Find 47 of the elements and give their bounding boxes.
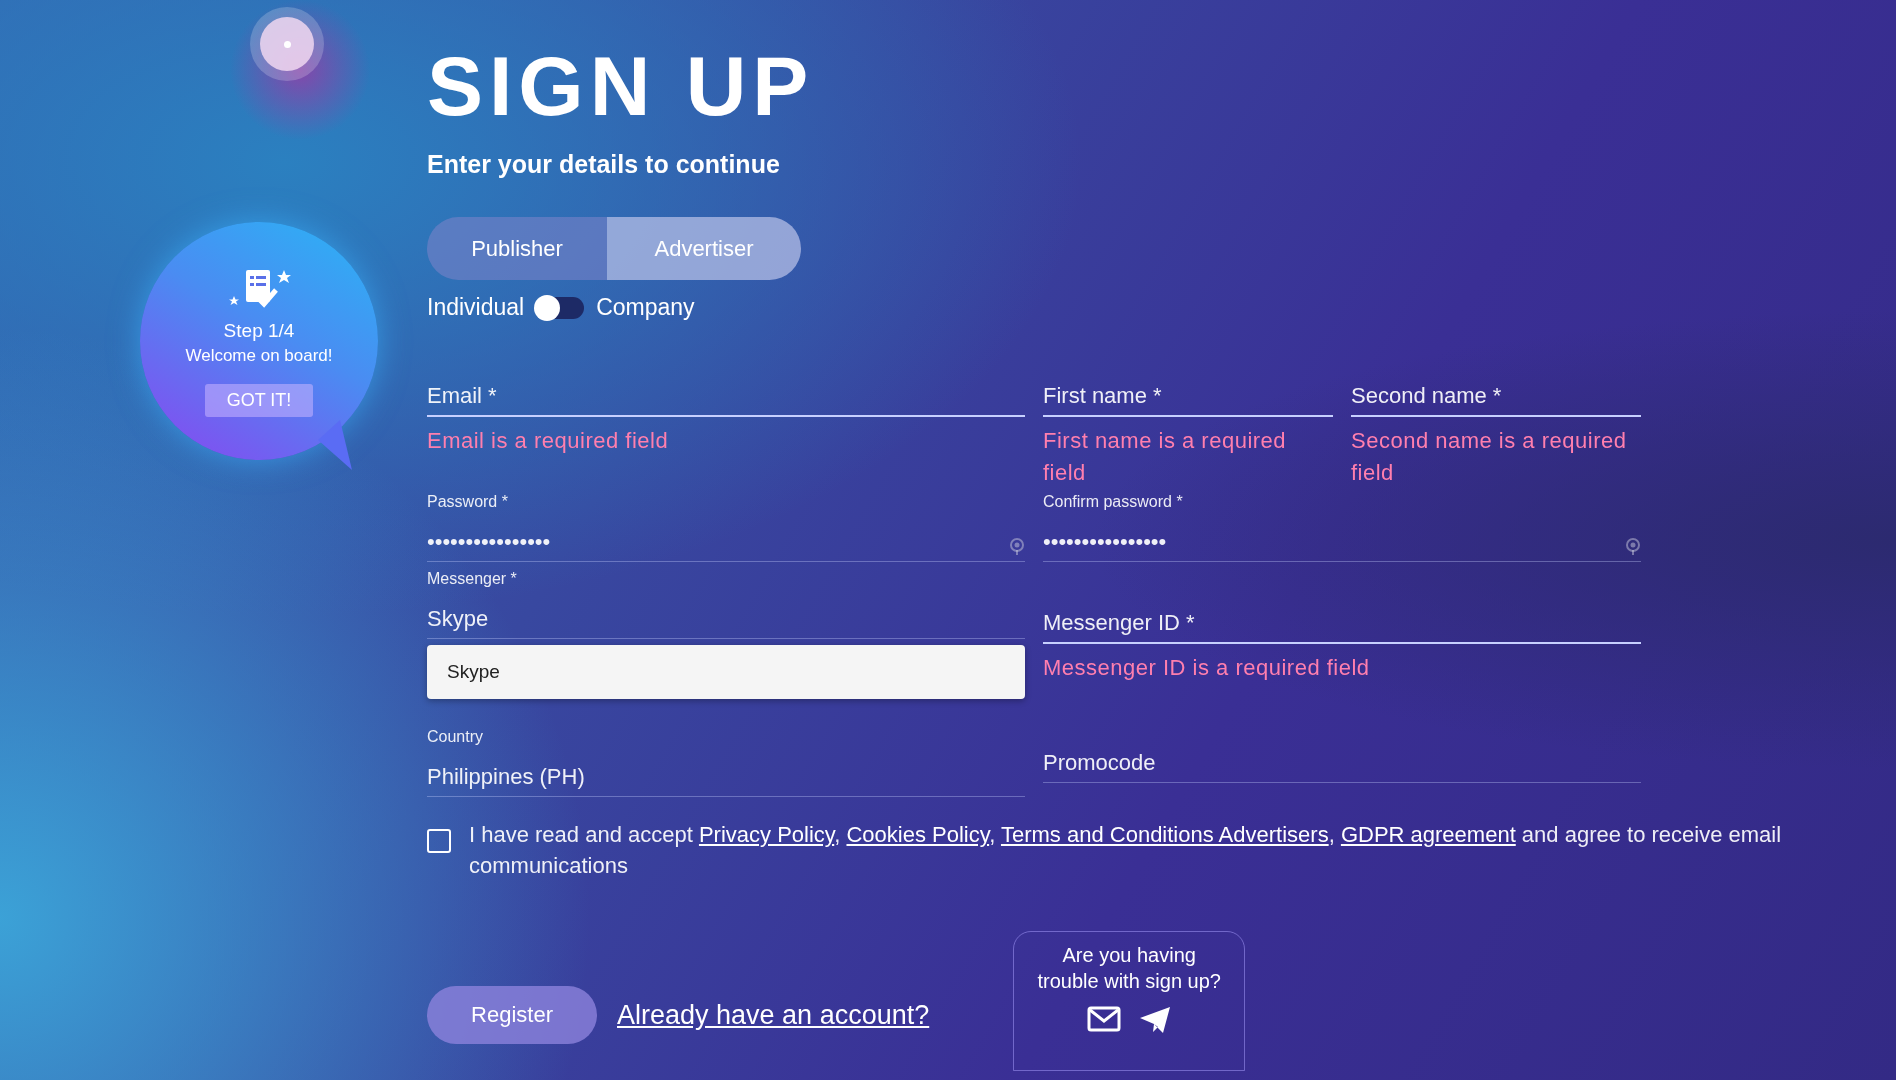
input-field[interactable]: First name *: [1043, 365, 1333, 417]
error-message: Second name is a required field: [1351, 427, 1628, 487]
field-label: First name *: [1043, 383, 1162, 409]
input-field[interactable]: ••••••••••••••••: [427, 511, 1025, 562]
field-label: Messenger ID *: [1043, 610, 1195, 636]
page-title: SIGN UP: [427, 40, 816, 132]
mail-icon[interactable]: [1087, 1006, 1122, 1032]
send-icon[interactable]: [1139, 1006, 1172, 1034]
policy-link[interactable]: GDPR agreement: [1340, 822, 1516, 847]
field-value: Philippines (PH): [427, 764, 585, 790]
help-text: Are you having trouble with sign up?: [1036, 943, 1222, 994]
policy-link[interactable]: Cookies Policy: [846, 822, 990, 847]
field-value: ••••••••••••••••: [427, 529, 551, 555]
toggle-label: Individual: [427, 294, 525, 321]
step-text: Step 1/4: [223, 319, 295, 342]
input-field[interactable]: Messenger ID *: [1043, 592, 1641, 644]
consent-checkbox[interactable]: [427, 829, 451, 853]
toggle-switch[interactable]: [536, 296, 585, 319]
input-field[interactable]: Skype: [427, 588, 1025, 639]
error-message: First name is a required field: [1043, 427, 1288, 487]
input-field[interactable]: Email *: [427, 365, 1025, 417]
register-button[interactable]: Register: [427, 986, 597, 1044]
error-message: Messenger ID is a required field: [1043, 654, 1371, 682]
field-label: Messenger *: [427, 570, 518, 588]
field-label: Second name *: [1351, 383, 1502, 409]
welcome-text: Welcome on board!: [185, 345, 333, 366]
consent-text: I have read and accept Privacy Policy, Cookies Policy, Terms and Conditions Advertisers, GDPR agreement and agree to receive email communications: [469, 821, 1783, 880]
policy-link[interactable]: Terms and Conditions Advertisers: [1000, 822, 1329, 847]
input-field[interactable]: ••••••••••••••••: [1043, 511, 1641, 562]
policy-link[interactable]: Privacy Policy: [698, 822, 835, 847]
field-value: Skype: [427, 606, 489, 632]
role-tab[interactable]: Publisher: [427, 217, 607, 280]
login-link[interactable]: Already have an account?: [617, 1000, 930, 1031]
input-field[interactable]: Second name *: [1351, 365, 1641, 417]
page-subtitle: Enter your details to continue: [427, 150, 781, 179]
field-label: Country: [427, 728, 485, 746]
dropdown-option[interactable]: Skype: [427, 645, 1025, 699]
field-label: Promocode: [1043, 750, 1156, 776]
field-label: Password *: [427, 493, 509, 511]
toggle-label: Company: [596, 294, 695, 321]
input-field[interactable]: Philippines (PH): [427, 746, 1025, 797]
bubble-tail: [318, 420, 352, 470]
error-message: Email is a required field: [427, 427, 670, 455]
field-value: ••••••••••••••••: [1043, 529, 1167, 555]
field-label: Confirm password *: [1043, 493, 1184, 511]
field-label: Email *: [427, 383, 497, 409]
input-field[interactable]: Promocode: [1043, 732, 1641, 783]
